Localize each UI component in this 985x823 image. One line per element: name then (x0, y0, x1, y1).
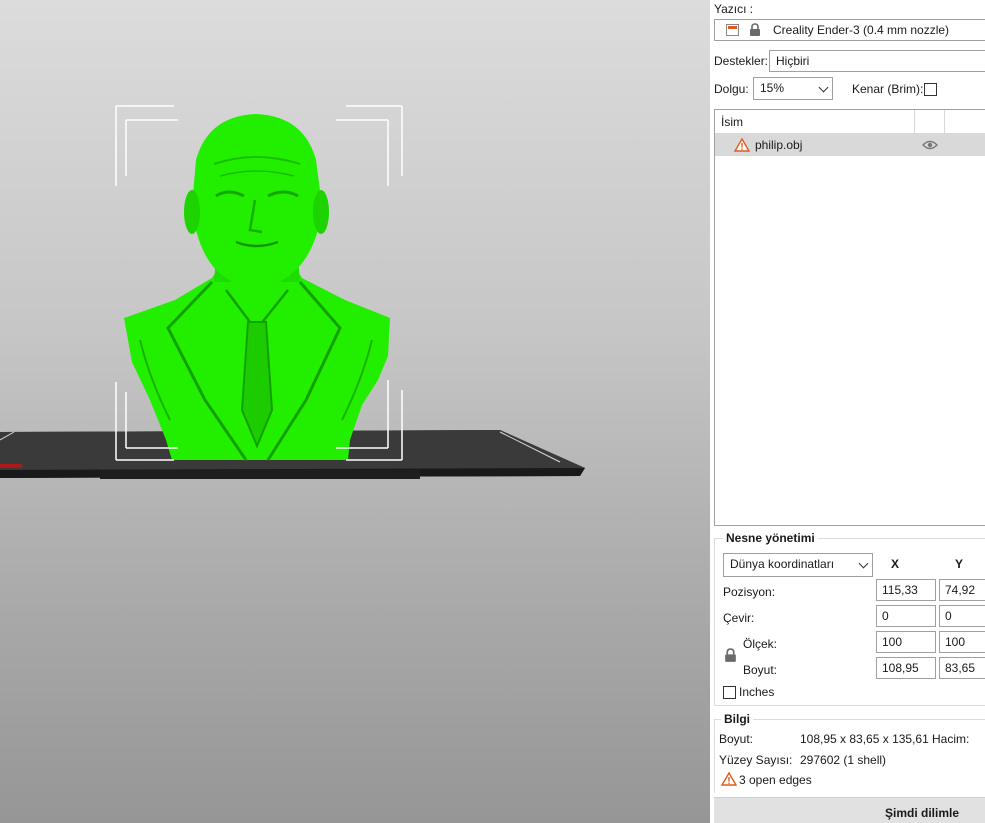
size-label: Boyut: (743, 663, 778, 677)
position-x-field[interactable]: 115,33 (876, 579, 936, 601)
info-facets-label: Yüzey Sayısı: (719, 753, 793, 767)
printer-profile-icon (726, 24, 739, 36)
column-header-name[interactable]: İsim (721, 115, 743, 129)
chevron-down-icon (858, 558, 869, 569)
position-y-field[interactable]: 74,92 (939, 579, 985, 601)
open-edges-warning: 3 open edges (739, 773, 812, 787)
info-size-label: Boyut: (719, 732, 754, 746)
warning-icon (733, 137, 751, 155)
scale-y-field[interactable]: 100 (939, 631, 985, 653)
right-sidebar: Yazıcı : Creality Ender-3 (0.4 mm nozzle… (710, 0, 985, 823)
info-group: Bilgi Boyut: 108,95 x 83,65 x 135,61 Hac… (714, 712, 985, 793)
scene (0, 105, 585, 479)
position-label: Pozisyon: (723, 585, 776, 599)
brim-label: Kenar (Brim): (852, 82, 924, 96)
objects-list[interactable]: İsim philip.obj (714, 109, 985, 526)
object-name: philip.obj (755, 138, 803, 152)
object-manipulation-group: Nesne yönetimi Dünya koordinatları X Y P… (714, 531, 985, 706)
size-x-field[interactable]: 108,95 (876, 657, 936, 679)
list-item[interactable]: philip.obj (715, 134, 985, 156)
model-bust[interactable] (124, 114, 390, 461)
coordinate-system-value: Dünya koordinatları (730, 557, 835, 571)
infill-label: Dolgu: (714, 82, 749, 96)
3d-viewport[interactable] (0, 0, 710, 823)
chevron-down-icon (818, 82, 829, 93)
eye-icon[interactable] (922, 139, 938, 154)
scale-label: Ölçek: (743, 637, 778, 651)
printer-select[interactable]: Creality Ender-3 (0.4 mm nozzle) (714, 19, 985, 41)
supports-value: Hiçbiri (776, 54, 810, 68)
info-size-value: 108,95 x 83,65 x 135,61 (800, 732, 929, 746)
slice-now-button[interactable]: Şimdi dilimle (714, 797, 985, 823)
brim-checkbox[interactable] (924, 83, 937, 96)
size-y-field[interactable]: 83,65 (939, 657, 985, 679)
info-title: Bilgi (721, 712, 753, 726)
warning-icon (720, 771, 738, 789)
rotate-x-field[interactable]: 0 (876, 605, 936, 627)
column-header-x: X (891, 557, 900, 571)
printer-value: Creality Ender-3 (0.4 mm nozzle) (773, 23, 950, 37)
scale-x-field[interactable]: 100 (876, 631, 936, 653)
rotate-y-field[interactable]: 0 (939, 605, 985, 627)
object-manipulation-title: Nesne yönetimi (723, 531, 818, 545)
supports-label: Destekler: (714, 54, 769, 68)
rotate-label: Çevir: (723, 611, 755, 625)
column-header-y: Y (955, 557, 964, 571)
info-volume-label: Hacim: (932, 732, 970, 746)
lock-icon (749, 23, 761, 40)
lock-icon[interactable] (724, 648, 737, 666)
infill-select[interactable]: 15% (753, 77, 833, 100)
supports-select[interactable]: Hiçbiri (769, 50, 985, 72)
printer-label: Yazıcı : (714, 2, 754, 16)
inches-label: Inches (739, 685, 775, 699)
inches-checkbox[interactable] (723, 686, 736, 699)
info-facets-value: 297602 (1 shell) (800, 753, 887, 767)
slice-now-label: Şimdi dilimle (885, 806, 960, 820)
coordinate-system-select[interactable]: Dünya koordinatları (723, 553, 873, 577)
objects-list-header: İsim (715, 110, 985, 134)
infill-value: 15% (760, 81, 785, 95)
bed-origin-marker (0, 464, 22, 468)
